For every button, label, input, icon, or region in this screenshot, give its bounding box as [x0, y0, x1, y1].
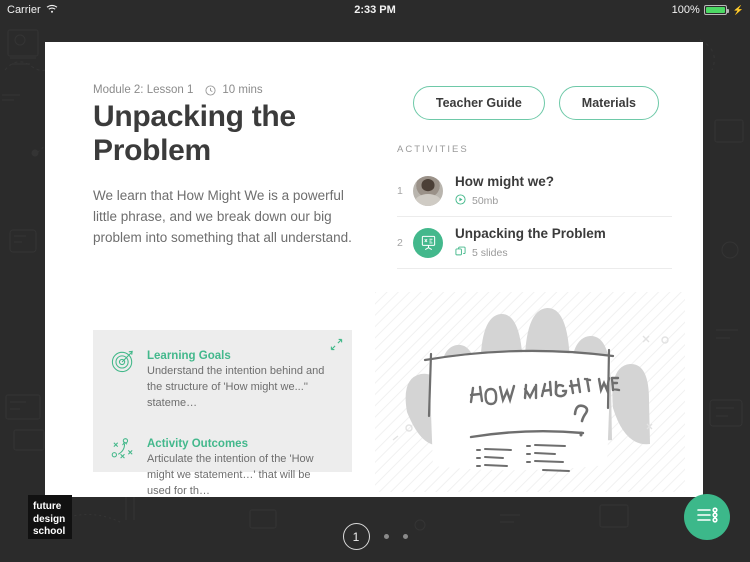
presentation-board-icon	[413, 227, 443, 258]
activity-outcomes-block: Activity Outcomes Articulate the intenti…	[110, 434, 335, 500]
user-avatar-photo	[413, 175, 443, 206]
activity-meta: 5 slides	[472, 247, 508, 259]
how-might-we-whiteboard-sketch	[375, 292, 685, 492]
menu-fab-button[interactable]	[684, 494, 730, 540]
lesson-description: We learn that How Might We is a powerful…	[93, 188, 352, 246]
activity-number: 1	[397, 184, 403, 197]
teacher-guide-button[interactable]: Teacher Guide	[412, 86, 545, 120]
page-dot-2[interactable]	[383, 534, 389, 539]
duration-label: 10 mins	[222, 84, 263, 96]
charging-bolt-icon: ⚡	[732, 4, 744, 15]
status-bar-right: 100% ⚡	[672, 4, 744, 16]
learning-goals-title: Learning Goals	[147, 350, 231, 362]
lesson-card: Module 2: Lesson 1 10 mins Unpacking the…	[45, 42, 703, 497]
activity-meta: 50mb	[472, 195, 499, 207]
play-circle-icon	[455, 194, 466, 208]
activity-title: Unpacking the Problem	[455, 226, 606, 241]
module-label: Module 2: Lesson 1	[93, 84, 194, 96]
battery-percent-label: 100%	[671, 4, 700, 16]
status-bar: Carrier 2:33 PM 100% ⚡	[0, 0, 750, 20]
activity-number: 2	[397, 236, 403, 249]
lesson-meta-row: Module 2: Lesson 1 10 mins	[93, 84, 368, 96]
materials-button[interactable]: Materials	[558, 86, 659, 120]
activity-row-2[interactable]: 2 Unpacking the Problem 5 slides	[397, 217, 672, 269]
activities-heading: ACTIVITIES	[397, 144, 469, 155]
lesson-info-panel: Learning Goals Understand the intention …	[93, 330, 352, 497]
activities-section: ACTIVITIES 1 How might we? 50mb 2 Unpack…	[397, 144, 672, 269]
pagination: 1	[0, 523, 750, 550]
page-title: Unpacking the Problem	[93, 100, 296, 168]
lesson-header: Module 2: Lesson 1 10 mins Unpacking the…	[93, 84, 368, 249]
learning-goals-body: Understand the intention behind and the …	[147, 365, 325, 409]
activity-outcomes-title: Activity Outcomes	[147, 437, 248, 450]
battery-full-icon	[703, 5, 729, 15]
target-dartboard-icon	[110, 346, 138, 412]
header-action-buttons: Teacher Guide Materials	[412, 86, 659, 120]
logo-line-1: future	[33, 501, 62, 512]
list-menu-icon	[695, 505, 719, 530]
clock-icon	[205, 84, 216, 96]
activity-row-1[interactable]: 1 How might we? 50mb	[397, 165, 672, 217]
learning-goals-block: Learning Goals Understand the intention …	[110, 346, 335, 412]
clock-time: 2:33 PM	[354, 4, 396, 16]
slides-copy-icon	[455, 246, 466, 260]
page-indicator-current[interactable]: 1	[342, 523, 370, 550]
activity-title: How might we?	[455, 174, 554, 189]
expand-arrows-icon[interactable]	[330, 338, 343, 356]
activity-outcomes-body: Articulate the intention of the 'How mig…	[147, 452, 314, 497]
strategy-play-icon	[110, 434, 138, 500]
page-dot-3[interactable]	[402, 534, 408, 539]
